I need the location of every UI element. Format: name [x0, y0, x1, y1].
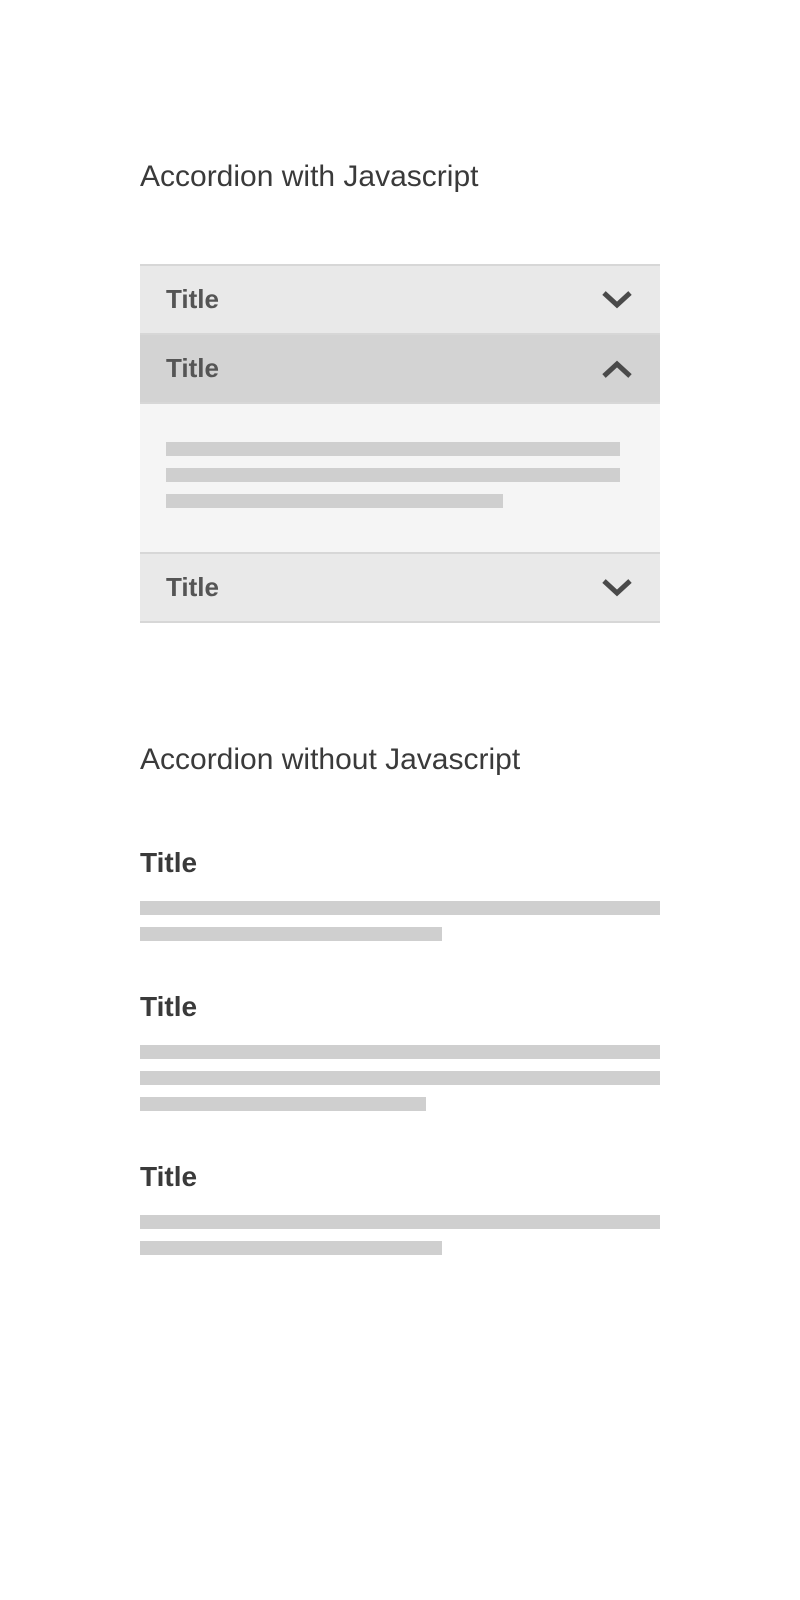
accordion-panel: Title	[140, 266, 660, 335]
content-placeholder-line	[166, 468, 620, 482]
section-heading-nojs: Accordion without Javascript	[140, 743, 660, 777]
content-placeholder-line	[140, 1045, 660, 1059]
accordion-body	[140, 404, 660, 554]
accordion-with-js: Title Title Title	[140, 264, 660, 623]
content-placeholder-line	[140, 1241, 442, 1255]
accordion-panel: Title	[140, 554, 660, 623]
accordion-header[interactable]: Title	[140, 554, 660, 623]
static-item: Title	[140, 847, 660, 941]
static-item-body	[140, 1215, 660, 1255]
content-placeholder-line	[166, 442, 620, 456]
static-item: Title	[140, 1161, 660, 1255]
chevron-up-icon	[600, 358, 634, 380]
accordion-header[interactable]: Title	[140, 335, 660, 404]
accordion-title: Title	[166, 572, 219, 603]
static-item-body	[140, 901, 660, 941]
accordion-panel: Title	[140, 335, 660, 554]
content-placeholder-line	[140, 1071, 660, 1085]
content-placeholder-line	[140, 1215, 660, 1229]
static-item: Title	[140, 991, 660, 1111]
content-placeholder-line	[140, 927, 442, 941]
static-item-title: Title	[140, 847, 660, 879]
content-placeholder-line	[166, 494, 503, 508]
accordion-header[interactable]: Title	[140, 266, 660, 335]
accordion-title: Title	[166, 353, 219, 384]
static-item-body	[140, 1045, 660, 1111]
section-heading-js: Accordion with Javascript	[140, 160, 660, 194]
static-item-title: Title	[140, 991, 660, 1023]
accordion-title: Title	[166, 284, 219, 315]
chevron-down-icon	[600, 577, 634, 599]
content-placeholder-line	[140, 1097, 426, 1111]
static-item-title: Title	[140, 1161, 660, 1193]
content-placeholder-line	[140, 901, 660, 915]
chevron-down-icon	[600, 289, 634, 311]
